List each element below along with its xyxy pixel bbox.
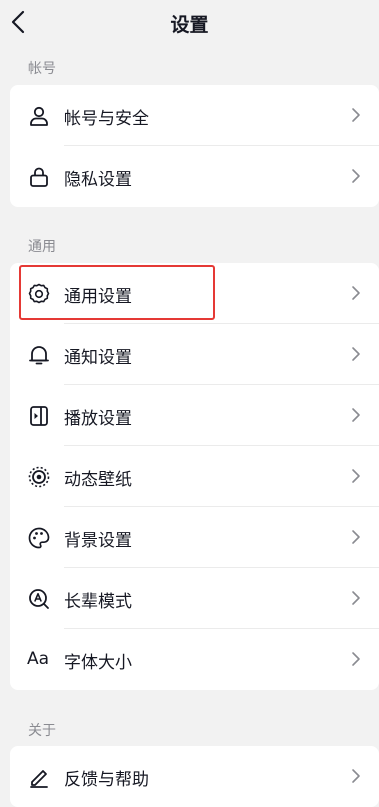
section-label-general: 通用 (28, 239, 56, 255)
chevron-right-icon (351, 529, 361, 545)
row-notification-settings[interactable]: 通知设置 (10, 324, 379, 385)
user-icon (27, 104, 51, 128)
chevron-right-icon (351, 768, 361, 784)
row-elder-mode[interactable]: 长辈模式 (10, 568, 379, 629)
row-background-settings[interactable]: 背景设置 (10, 507, 379, 568)
font-size-icon: Aa (27, 649, 50, 669)
row-label: 字体大小 (64, 653, 132, 673)
row-account-security[interactable]: 帐号与安全 (10, 85, 379, 146)
row-label: 动态壁纸 (64, 470, 132, 490)
general-card: 通用设置 通知设置 播放设置 动态壁纸 背景设置 长辈模式 Aa 字体大小 (10, 263, 379, 690)
row-label: 隐私设置 (64, 170, 132, 190)
row-label: 反馈与帮助 (64, 770, 149, 790)
section-label-about: 关于 (28, 723, 56, 739)
section-label-account: 帐号 (28, 61, 56, 77)
feedback-icon (27, 765, 51, 789)
row-playback-settings[interactable]: 播放设置 (10, 385, 379, 446)
live-wallpaper-icon (27, 465, 51, 489)
account-card: 帐号与安全 隐私设置 (10, 85, 379, 207)
row-label: 播放设置 (64, 409, 132, 429)
row-label: 背景设置 (64, 531, 132, 551)
chevron-right-icon (351, 407, 361, 423)
row-font-size[interactable]: Aa 字体大小 (10, 629, 379, 690)
chevron-right-icon (351, 346, 361, 362)
chevron-right-icon (351, 285, 361, 301)
play-icon (27, 404, 51, 428)
row-privacy[interactable]: 隐私设置 (10, 146, 379, 207)
chevron-right-icon (351, 468, 361, 484)
top-bar: 设置 (0, 0, 379, 46)
chevron-right-icon (351, 651, 361, 667)
row-label: 通知设置 (64, 348, 132, 368)
elder-mode-icon (27, 587, 51, 611)
chevron-right-icon (351, 590, 361, 606)
chevron-right-icon (351, 168, 361, 184)
chevron-right-icon (351, 107, 361, 123)
page-title: 设置 (170, 14, 209, 36)
row-general-settings[interactable]: 通用设置 (10, 263, 379, 324)
row-live-wallpaper[interactable]: 动态壁纸 (10, 446, 379, 507)
gear-icon (27, 282, 51, 306)
lock-icon (27, 165, 51, 189)
row-label: 长辈模式 (64, 592, 132, 612)
row-label: 通用设置 (64, 287, 132, 307)
palette-icon (27, 526, 51, 550)
bell-icon (27, 343, 51, 367)
row-feedback-help[interactable]: 反馈与帮助 (10, 746, 379, 807)
about-card: 反馈与帮助 (10, 746, 379, 807)
row-label: 帐号与安全 (64, 109, 149, 129)
